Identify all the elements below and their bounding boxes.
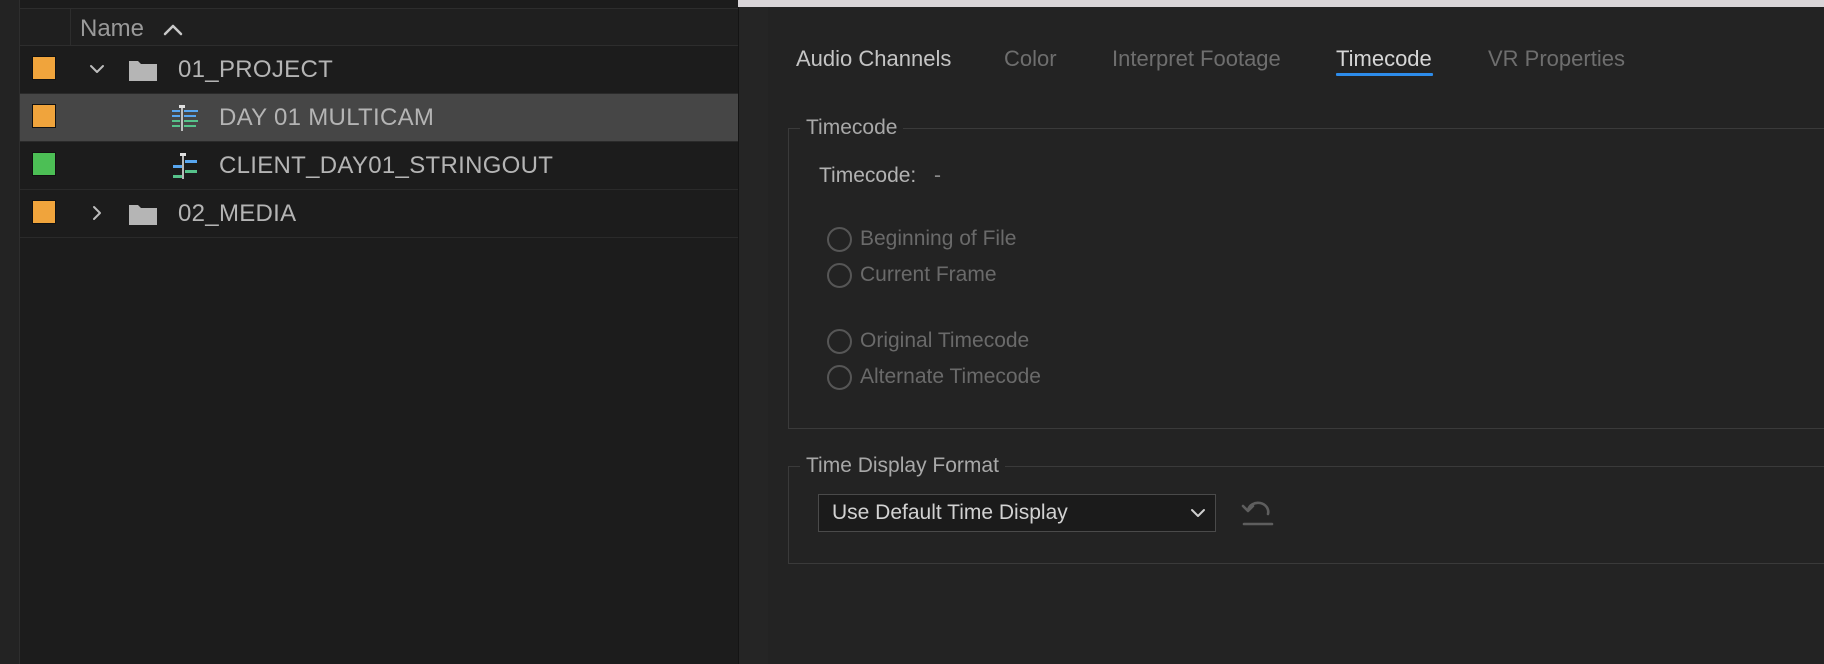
reset-undo-icon[interactable] [1240, 498, 1276, 528]
timecode-field-label: Timecode: [819, 164, 917, 187]
multicam-sequence-icon [172, 105, 198, 131]
chevron-down-icon[interactable] [88, 60, 106, 78]
row-label: DAY 01 MULTICAM [219, 104, 435, 131]
top-strip [738, 0, 1824, 7]
tab-timecode[interactable]: Timecode [1336, 46, 1432, 72]
project-row-01-project[interactable]: 01_PROJECT [20, 46, 738, 94]
folder-icon [129, 61, 157, 81]
active-tab-indicator [1336, 73, 1433, 76]
chevron-down-icon [1191, 509, 1205, 517]
tab-color[interactable]: Color [1004, 46, 1057, 72]
label-color-swatch[interactable] [32, 200, 56, 224]
app-window: Name 01_PROJECT DAY 01 MULTICAM CLIENT_D… [0, 0, 1824, 664]
label-column-header[interactable] [20, 9, 71, 45]
name-column-label[interactable]: Name [80, 15, 144, 43]
radio-alternate-timecode[interactable] [827, 365, 852, 390]
radio-beginning-of-file[interactable] [827, 227, 852, 252]
panel-edge [0, 0, 20, 664]
chevron-right-icon[interactable] [88, 204, 106, 222]
project-panel: Name 01_PROJECT DAY 01 MULTICAM CLIENT_D… [0, 0, 738, 664]
project-row-client-day01-stringout[interactable]: CLIENT_DAY01_STRINGOUT [20, 142, 738, 190]
project-row-02-media[interactable]: 02_MEDIA [20, 190, 738, 238]
timecode-group-title: Timecode [800, 116, 904, 140]
label-color-swatch[interactable] [32, 152, 56, 176]
radio-current-frame[interactable] [827, 263, 852, 288]
dropdown-selected-value: Use Default Time Display [832, 501, 1068, 524]
time-display-format-title: Time Display Format [800, 454, 1005, 478]
timecode-field-value: - [934, 164, 941, 187]
radio-label-original-timecode[interactable]: Original Timecode [860, 329, 1029, 353]
radio-label-alternate-timecode[interactable]: Alternate Timecode [860, 365, 1041, 389]
row-label: 02_MEDIA [178, 200, 297, 227]
panel-divider[interactable] [738, 0, 769, 664]
sort-ascending-icon[interactable] [162, 21, 184, 37]
tab-vr-properties[interactable]: VR Properties [1488, 46, 1625, 72]
label-color-swatch[interactable] [32, 104, 56, 128]
column-header[interactable]: Name [20, 8, 738, 46]
sequence-icon [173, 153, 197, 179]
row-label: CLIENT_DAY01_STRINGOUT [219, 152, 554, 179]
row-label: 01_PROJECT [178, 56, 334, 83]
folder-icon [129, 205, 157, 225]
label-color-swatch[interactable] [32, 56, 56, 80]
radio-label-beginning-of-file[interactable]: Beginning of File [860, 227, 1016, 251]
radio-label-current-frame[interactable]: Current Frame [860, 263, 997, 287]
time-display-format-dropdown[interactable]: Use Default Time Display [818, 494, 1216, 532]
tab-audio-channels[interactable]: Audio Channels [796, 46, 951, 72]
tab-interpret-footage[interactable]: Interpret Footage [1112, 46, 1281, 72]
project-row-day01-multicam[interactable]: DAY 01 MULTICAM [20, 94, 738, 142]
radio-original-timecode[interactable] [827, 329, 852, 354]
